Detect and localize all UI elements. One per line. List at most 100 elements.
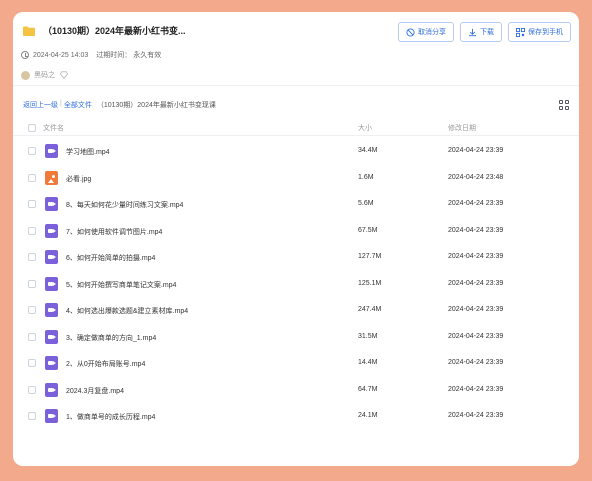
table-row[interactable]: 7、如何使用软件调节图片.mp4 67.5M 2024-04-24 23:39 (13, 218, 579, 245)
video-file-icon (45, 197, 58, 211)
file-name[interactable]: 5、如何开始撰写商单笔记文案.mp4 (66, 280, 176, 290)
save-to-phone-label: 保存到手机 (528, 29, 563, 36)
video-file-icon (45, 382, 58, 397)
video-file-icon (45, 250, 58, 264)
file-name[interactable]: 1、做商单号的成长历程.mp4 (66, 412, 155, 422)
breadcrumb-separator: | (60, 100, 62, 107)
table-header: 文件名 大小 修改日期 (13, 120, 579, 136)
avatar (21, 70, 30, 80)
file-size: 67.5M (358, 226, 378, 234)
save-to-phone-button[interactable]: 保存到手机 (508, 22, 571, 42)
table-row[interactable]: 8、每天如何花少量时间练习文案.mp4 5.6M 2024-04-24 23:39 (13, 191, 579, 218)
file-size: 125.1M (358, 279, 382, 287)
video-file-icon (45, 303, 58, 317)
created-at: 2024-04-25 14:03 (33, 51, 89, 59)
qrcode-icon (516, 27, 525, 37)
row-checkbox[interactable] (28, 385, 36, 394)
select-all-checkbox[interactable] (28, 124, 36, 132)
row-checkbox[interactable] (28, 226, 36, 235)
file-date: 2024-04-24 23:39 (448, 385, 504, 393)
folder-icon (23, 26, 35, 36)
file-name[interactable]: 4、如何选出爆款选题&建立素材库.mp4 (66, 306, 188, 316)
video-file-icon (45, 409, 58, 423)
column-header-date[interactable]: 修改日期 (448, 123, 476, 133)
expire-value: 永久有效 (133, 52, 162, 59)
file-date: 2024-04-24 23:39 (448, 253, 504, 260)
column-header-name[interactable]: 文件名 (43, 123, 64, 133)
row-checkbox[interactable] (28, 279, 36, 288)
breadcrumb-current: （10130期）2024年最新小红书变现课 (96, 102, 216, 109)
breadcrumb: 返回上一级 | 全部文件 （10130期）2024年最新小红书变现课 (23, 100, 216, 110)
video-file-icon (45, 144, 58, 158)
file-date: 2024-04-24 23:39 (448, 412, 504, 419)
file-date: 2024-04-24 23:39 (448, 306, 504, 313)
sharer-name: 黑码之 (34, 72, 55, 79)
file-date: 2024-04-24 23:39 (448, 279, 504, 287)
table-row[interactable]: 4、如何选出爆款选题&建立素材库.mp4 247.4M 2024-04-24 23:… (13, 297, 579, 324)
download-label: 下载 (480, 29, 494, 36)
file-date: 2024-04-24 23:48 (448, 173, 504, 181)
table-row[interactable]: 5、如何开始撰写商单笔记文案.mp4 125.1M 2024-04-24 23:39 (13, 271, 579, 298)
file-size: 14.4M (358, 359, 378, 366)
share-header: （10130期）2024年最新小红书变... 2024-04-25 14:03 … (13, 12, 579, 86)
file-date: 2024-04-24 23:39 (448, 359, 504, 366)
share-card: （10130期）2024年最新小红书变... 2024-04-25 14:03 … (13, 12, 579, 466)
file-name[interactable]: 6、如何开始简单的拍摄.mp4 (66, 253, 155, 263)
file-date: 2024-04-24 23:39 (448, 226, 504, 234)
file-date: 2024-04-24 23:39 (448, 332, 504, 340)
download-button[interactable]: 下载 (460, 22, 502, 42)
cancel-share-button[interactable]: 取消分享 (398, 22, 454, 42)
file-name[interactable]: 8、每天如何花少量时间练习文案.mp4 (66, 200, 183, 210)
table-row[interactable]: 2、从0开始布局账号.mp4 14.4M 2024-04-24 23:39 (13, 350, 579, 377)
row-checkbox[interactable] (28, 359, 36, 367)
breadcrumb-back-link[interactable]: 返回上一级 (23, 100, 58, 110)
file-name[interactable]: 必看.jpg (66, 174, 91, 184)
file-size: 127.7M (358, 253, 382, 260)
file-size: 1.6M (358, 173, 374, 181)
file-list: 学习地图.mp4 34.4M 2024-04-24 23:39 必看.jpg 1.6M 2… (13, 138, 579, 430)
grid-view-toggle-icon[interactable] (559, 100, 569, 110)
table-row[interactable]: 2024.3月复盘.mp4 64.7M 2024-04-24 23:39 (13, 377, 579, 404)
row-checkbox[interactable] (28, 332, 36, 341)
file-name[interactable]: 7、如何使用软件调节图片.mp4 (66, 227, 162, 237)
file-size: 31.5M (358, 332, 378, 340)
cancel-icon (406, 27, 415, 37)
video-file-icon (45, 276, 58, 291)
table-row[interactable]: 6、如何开始简单的拍摄.mp4 127.7M 2024-04-24 23:39 (13, 244, 579, 271)
share-title: （10130期）2024年最新小红书变... (43, 26, 186, 36)
video-file-icon (45, 356, 58, 370)
video-file-icon (45, 223, 58, 238)
file-name[interactable]: 3、确定做商单的方向_1.mp4 (66, 333, 156, 343)
breadcrumb-all-files-link[interactable]: 全部文件 (64, 100, 92, 110)
file-name[interactable]: 2024.3月复盘.mp4 (66, 386, 124, 396)
video-file-icon (45, 329, 58, 344)
row-checkbox[interactable] (28, 147, 36, 155)
file-size: 247.4M (358, 306, 382, 313)
image-file-icon (45, 170, 58, 185)
table-row[interactable]: 必看.jpg 1.6M 2024-04-24 23:48 (13, 165, 579, 192)
table-row[interactable]: 3、确定做商单的方向_1.mp4 31.5M 2024-04-24 23:39 (13, 324, 579, 351)
file-size: 24.1M (358, 412, 378, 419)
sharer-info: 黑码之 (21, 70, 68, 80)
file-size: 5.6M (358, 200, 374, 207)
table-row[interactable]: 学习地图.mp4 34.4M 2024-04-24 23:39 (13, 138, 579, 165)
clock-icon (21, 51, 29, 59)
share-meta: 2024-04-25 14:03 过期时间： 永久有效 (21, 50, 161, 60)
file-name[interactable]: 学习地图.mp4 (66, 147, 110, 157)
file-name[interactable]: 2、从0开始布局账号.mp4 (66, 359, 145, 369)
file-size: 64.7M (358, 385, 378, 393)
column-header-size[interactable]: 大小 (358, 123, 372, 133)
expire-label: 过期时间： (96, 52, 132, 59)
row-checkbox[interactable] (28, 412, 36, 420)
action-bar: 取消分享 下载 保存到手机 (398, 22, 571, 42)
table-row[interactable]: 1、做商单号的成长历程.mp4 24.1M 2024-04-24 23:39 (13, 403, 579, 430)
diamond-icon (60, 71, 68, 79)
row-checkbox[interactable] (28, 253, 36, 261)
row-checkbox[interactable] (28, 306, 36, 314)
file-size: 34.4M (358, 147, 378, 154)
row-checkbox[interactable] (28, 173, 36, 182)
cancel-share-label: 取消分享 (418, 29, 446, 36)
file-date: 2024-04-24 23:39 (448, 200, 504, 207)
row-checkbox[interactable] (28, 200, 36, 208)
download-icon (468, 28, 477, 36)
